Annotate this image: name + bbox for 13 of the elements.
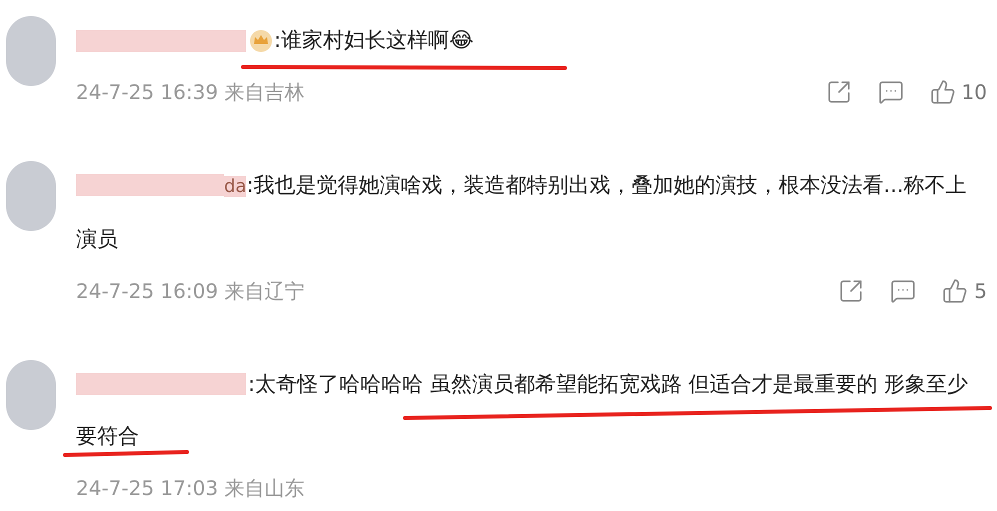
comment-time: 24-7-25 16:39 来自吉林: [76, 79, 304, 105]
comment-icon[interactable]: [890, 278, 916, 304]
comment-time: 24-7-25 16:09 来自辽宁: [76, 278, 304, 304]
like-icon[interactable]: [930, 79, 956, 105]
like-icon[interactable]: [942, 278, 968, 304]
share-icon[interactable]: [838, 278, 864, 304]
laughing-emoji: 😂: [449, 28, 474, 52]
comment-time: 24-7-25 17:03 来自山东: [76, 475, 304, 501]
comment-icon[interactable]: [878, 79, 904, 105]
share-icon[interactable]: [826, 79, 852, 105]
like-count: 10: [962, 79, 987, 106]
comment-text: :谁家村妇长这样啊: [274, 28, 450, 52]
like-count: 5: [974, 278, 987, 305]
